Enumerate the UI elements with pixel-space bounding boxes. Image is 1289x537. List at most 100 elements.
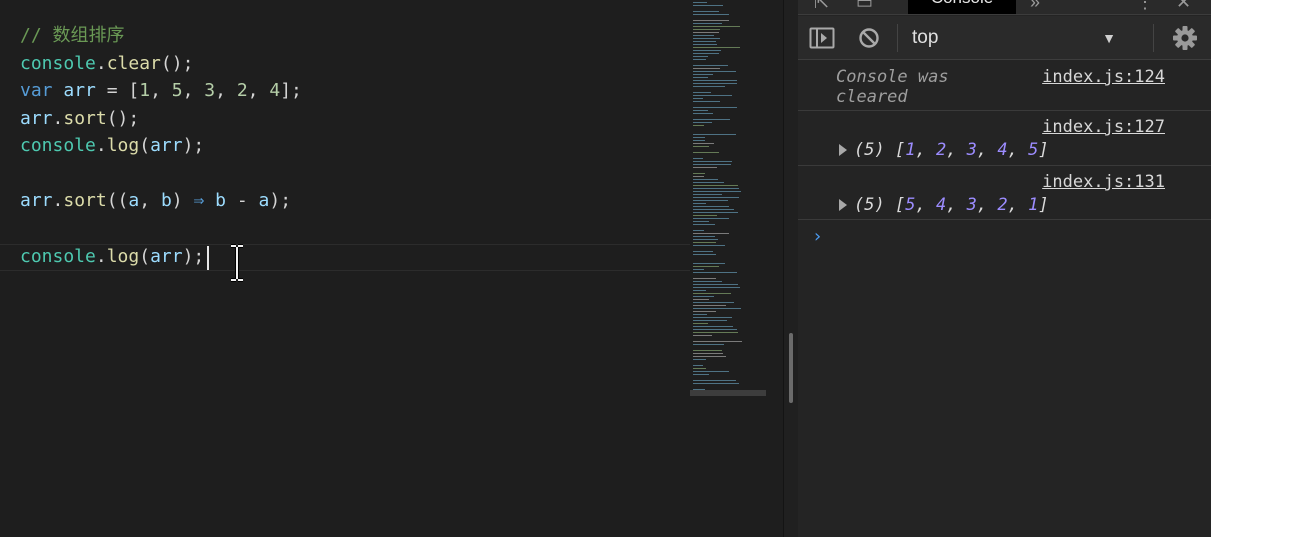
minimap-line	[693, 272, 737, 273]
minimap-line	[693, 164, 731, 165]
code-token: (	[139, 135, 151, 156]
minimap-line	[693, 383, 739, 384]
inspect-element-icon[interactable]: ⇱	[814, 0, 829, 13]
code-token: log	[106, 135, 140, 156]
array-preview[interactable]: (5) [5, 4, 3, 2, 1]	[854, 195, 1049, 215]
minimap-line	[693, 68, 720, 69]
code-token: ,	[182, 80, 205, 101]
minimap-line	[693, 122, 712, 123]
minimap-line	[693, 278, 716, 279]
minimap-line	[693, 83, 737, 84]
minimap-line	[693, 23, 722, 24]
minimap-line	[693, 287, 740, 288]
close-icon[interactable]: ✕	[1176, 0, 1191, 13]
devtools-tabbar: ⇱ ▭ Console » ⋮ ✕	[798, 0, 1211, 15]
code-line-4[interactable]: arr.sort();	[20, 105, 139, 133]
code-editor[interactable]: // 数组排序 console.clear(); var arr = [1, 5…	[0, 0, 690, 537]
minimap-line	[693, 32, 719, 33]
source-link[interactable]: index.js:127	[1042, 117, 1165, 137]
minimap-line	[693, 140, 705, 141]
code-token: clear	[106, 53, 161, 74]
code-token: );	[182, 135, 205, 156]
minimap-line	[693, 113, 713, 114]
console-prompt-icon[interactable]: ›	[812, 227, 823, 247]
code-token: .	[95, 246, 107, 267]
code-comment: // 数组排序	[20, 25, 125, 46]
clear-console-icon[interactable]	[858, 27, 880, 49]
code-line-6[interactable]: arr.sort((a, b) ⇒ b - a);	[20, 187, 291, 215]
tab-console[interactable]: Console	[908, 0, 1016, 14]
minimap-line	[693, 59, 706, 60]
device-toolbar-icon[interactable]: ▭	[856, 0, 873, 13]
expand-triangle-icon[interactable]	[839, 199, 847, 211]
minimap-line	[693, 233, 729, 234]
minimap-line	[693, 2, 707, 3]
code-number: 4	[269, 80, 281, 101]
code-line-7[interactable]: console.log(arr);	[20, 243, 204, 271]
more-options-icon[interactable]: ⋮	[1136, 0, 1154, 13]
code-line-5[interactable]: console.log(arr);	[20, 132, 204, 160]
minimap-line	[693, 341, 742, 342]
toolbar-separator	[897, 24, 898, 52]
minimap-line	[693, 101, 720, 102]
code-number: 2	[236, 80, 248, 101]
minimap-line	[693, 215, 717, 216]
minimap-line	[693, 263, 725, 264]
console-message-array: index.js:127 (5) [1, 2, 3, 4, 5]	[798, 111, 1211, 166]
minimap-line	[693, 281, 722, 282]
minimap-line	[693, 14, 729, 15]
minimap-line	[693, 50, 721, 51]
code-token: sort	[63, 190, 107, 211]
minimap-line	[693, 353, 723, 354]
array-value: 5	[905, 195, 916, 215]
minimap-line	[693, 329, 737, 330]
minimap-line	[693, 224, 715, 225]
code-token: arr	[150, 246, 183, 267]
context-select[interactable]: top ▼	[908, 22, 1120, 54]
code-line-1[interactable]: // 数组排序	[20, 22, 125, 50]
array-preview[interactable]: (5) [1, 2, 3, 4, 5]	[854, 140, 1049, 160]
settings-icon[interactable]	[1172, 25, 1198, 51]
more-tabs-icon[interactable]: »	[1030, 0, 1040, 13]
expand-triangle-icon[interactable]	[839, 144, 847, 156]
code-line-3[interactable]: var arr = [1, 5, 3, 2, 4];	[20, 77, 302, 105]
minimap-line	[693, 11, 719, 12]
splitter-handle[interactable]	[789, 333, 793, 403]
minimap-line	[693, 107, 737, 108]
code-token: arr	[20, 108, 53, 129]
code-token: ,	[139, 190, 161, 211]
code-arrow: ⇒	[193, 190, 205, 211]
minimap-line	[693, 218, 729, 219]
code-token: .	[95, 135, 107, 156]
minimap-line	[693, 380, 736, 381]
code-token: );	[182, 246, 205, 267]
context-value: top	[912, 27, 939, 48]
minimap[interactable]	[690, 0, 766, 537]
code-line-2[interactable]: console.clear();	[20, 50, 193, 78]
minimap-line	[693, 173, 705, 174]
minimap-line	[693, 74, 713, 75]
source-link[interactable]: index.js:131	[1042, 172, 1165, 192]
code-token: ();	[106, 108, 140, 129]
toggle-sidebar-icon[interactable]	[809, 26, 835, 50]
minimap-line	[693, 56, 708, 57]
array-value: 5	[1028, 140, 1039, 160]
code-token: )	[171, 190, 194, 211]
minimap-line	[693, 266, 719, 267]
source-link[interactable]: index.js:124	[1042, 67, 1165, 87]
code-token: console	[20, 135, 96, 156]
editor-scrollbar[interactable]	[766, 0, 784, 537]
panel-splitter[interactable]	[784, 0, 798, 537]
code-token: .	[95, 53, 107, 74]
minimap-line	[693, 350, 722, 351]
minimap-line	[693, 167, 717, 168]
minimap-line	[693, 203, 706, 204]
minimap-line	[693, 179, 718, 180]
code-number: 3	[204, 80, 216, 101]
code-token: ();	[160, 53, 194, 74]
array-count: (5)	[854, 140, 885, 160]
minimap-line	[693, 98, 703, 99]
minimap-line	[693, 53, 719, 54]
minimap-viewport[interactable]	[690, 390, 766, 396]
